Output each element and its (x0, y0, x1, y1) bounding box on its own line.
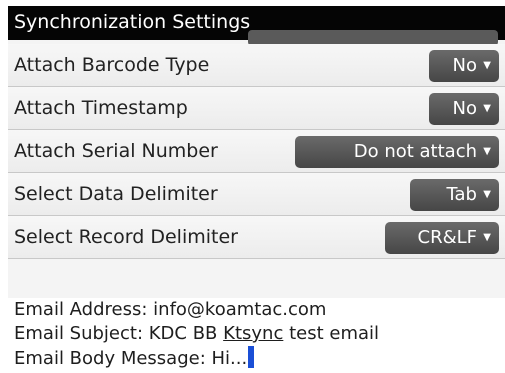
timestamp-dropdown[interactable]: No ▼ (429, 93, 499, 125)
chevron-down-icon: ▼ (483, 146, 491, 157)
email-address-field[interactable]: Email Address: info@koamtac.com (14, 298, 505, 322)
chevron-down-icon: ▼ (483, 189, 491, 200)
setting-label: Select Record Delimiter (14, 226, 238, 248)
email-subject-misspelled-word: Ktsync (223, 323, 284, 344)
barcode-type-dropdown[interactable]: No ▼ (429, 50, 499, 82)
dropdown-value: No (452, 98, 477, 119)
setting-label: Attach Serial Number (14, 140, 218, 162)
setting-row-data-delimiter: Select Data Delimiter Tab ▼ (8, 173, 505, 216)
serial-number-dropdown[interactable]: Do not attach ▼ (295, 136, 499, 168)
email-body-value: Hi... (211, 348, 248, 369)
dropdown-value: Do not attach (353, 141, 477, 162)
record-delimiter-dropdown[interactable]: CR&LF ▼ (385, 222, 499, 254)
setting-row-timestamp: Attach Timestamp No ▼ (8, 87, 505, 130)
setting-row-record-delimiter: Select Record Delimiter CR&LF ▼ (8, 216, 505, 259)
data-delimiter-dropdown[interactable]: Tab ▼ (410, 179, 499, 211)
email-subject-field[interactable]: Email Subject: KDC BB Ktsync test email (14, 322, 505, 346)
setting-label: Attach Barcode Type (14, 54, 210, 76)
text-cursor (248, 346, 255, 368)
setting-row-barcode-type: Attach Barcode Type No ▼ (8, 44, 505, 87)
chevron-down-icon: ▼ (483, 232, 491, 243)
dropdown-value: CR&LF (417, 227, 478, 248)
setting-label: Attach Timestamp (14, 97, 188, 119)
email-fields: Email Address: info@koamtac.com Email Su… (8, 298, 505, 373)
screen-title: Synchronization Settings (14, 11, 251, 33)
email-address-value: info@koamtac.com (153, 299, 327, 320)
setting-row-serial-number: Attach Serial Number Do not attach ▼ (8, 130, 505, 173)
email-body-field[interactable]: Email Body Message: Hi... (14, 346, 505, 371)
email-body-label: Email Body Message: (14, 348, 206, 369)
chevron-down-icon: ▼ (483, 103, 491, 114)
email-address-label: Email Address: (14, 299, 148, 320)
email-subject-label: Email Subject: (14, 323, 144, 344)
email-subject-prefix: KDC BB (148, 323, 218, 344)
chevron-down-icon: ▼ (483, 60, 491, 71)
dropdown-value: No (452, 55, 477, 76)
settings-screen: Synchronization Settings Attach Barcode … (8, 6, 505, 373)
setting-label: Select Data Delimiter (14, 183, 218, 205)
settings-list: Attach Barcode Type No ▼ Attach Timestam… (8, 44, 505, 259)
email-subject-suffix: test email (289, 323, 380, 344)
dropdown-value: Tab (446, 184, 477, 205)
